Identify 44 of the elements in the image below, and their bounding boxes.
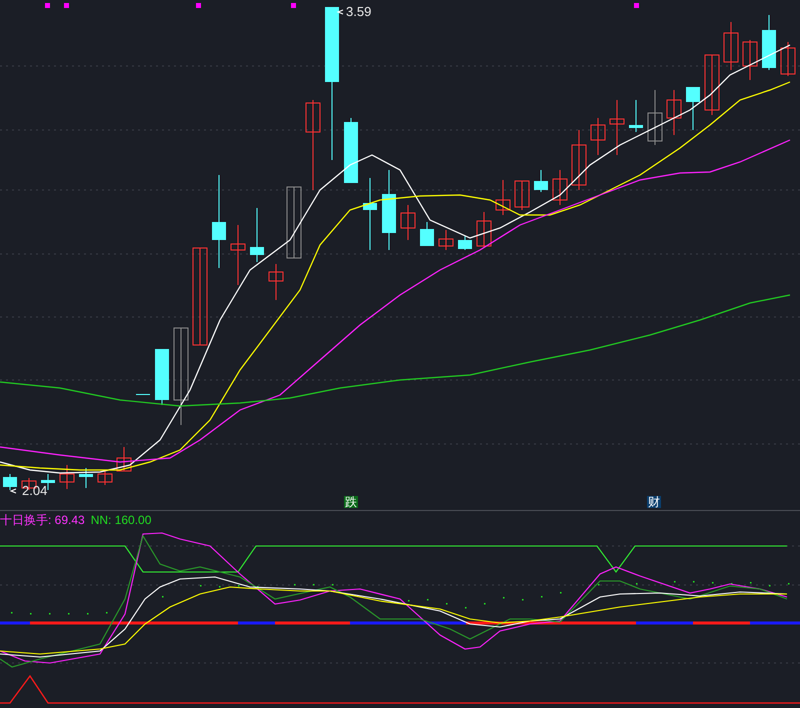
signal-tag: 跌 (344, 496, 358, 508)
candlestick (400, 204, 416, 240)
indicator-legend-label: NN: 160.00 (90, 512, 152, 528)
candlestick (3, 474, 17, 490)
candlestick (458, 236, 472, 250)
candlestick (286, 186, 302, 258)
marker-square (634, 3, 639, 8)
candlestick (136, 394, 150, 396)
candlestick (420, 222, 434, 246)
candlestick (344, 118, 358, 184)
candlestick (476, 212, 492, 248)
candlestick (514, 180, 530, 210)
candlestick (79, 468, 93, 488)
indicator-legend-label: 十日换手: 69.43 (0, 512, 85, 528)
candlestick (572, 130, 586, 190)
candlestick (534, 170, 548, 192)
candlestick (704, 54, 720, 116)
candlestick (742, 40, 758, 80)
candlestick (268, 264, 284, 300)
candlestick (724, 22, 738, 70)
marker-square (64, 3, 69, 8)
candlestick (762, 14, 776, 70)
candlestick (230, 224, 246, 286)
signal-tag: 财 (647, 496, 661, 508)
marker-square (291, 3, 296, 8)
candlestick (98, 470, 112, 486)
candlestick (116, 446, 132, 472)
marker-square (196, 3, 201, 8)
candlestick (496, 180, 510, 216)
candlestick (610, 100, 624, 156)
low-price-label: 2.04 (22, 484, 48, 497)
candlestick (666, 90, 682, 136)
marker-square (45, 3, 50, 8)
candlestick (155, 348, 169, 406)
candlestick (590, 118, 606, 156)
candlestick (629, 100, 643, 132)
candlestick (250, 208, 264, 262)
candlestick (686, 86, 700, 130)
candlestick (552, 170, 568, 206)
candlestick (648, 90, 662, 146)
candlestick (438, 230, 454, 250)
candlestick (60, 464, 74, 490)
high-price-label: 3.59 (346, 5, 372, 18)
candlestick (780, 42, 796, 76)
